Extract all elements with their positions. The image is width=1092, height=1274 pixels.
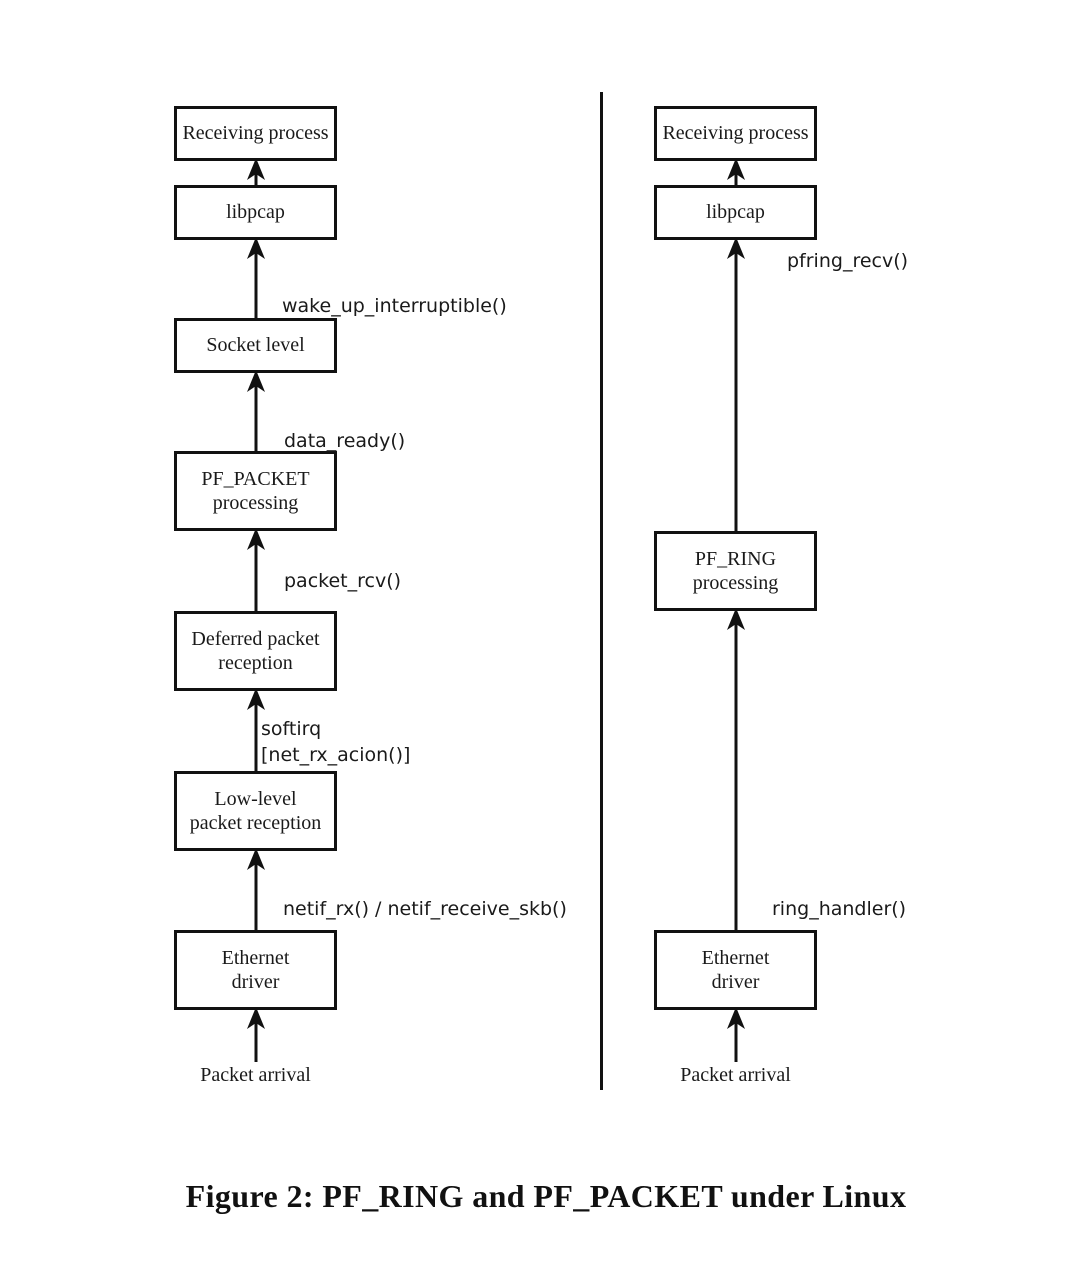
node-label: libpcap [706,201,765,224]
arrow-right-pfring-to-libpcap [723,237,749,533]
node-label-line2: processing [692,572,779,594]
node-left-pf-packet-processing: PF_PACKET processing [174,451,337,531]
node-right-libpcap: libpcap [654,185,817,240]
node-left-socket-level: Socket level [174,318,337,373]
node-left-libpcap: libpcap [174,185,337,240]
node-label: Receiving process [662,122,809,145]
node-label-line2: processing [212,492,299,514]
label-softirq-line1: softirq [261,718,322,740]
node-label: libpcap [226,201,285,224]
arrow-right-libpcap-to-receiving [723,158,749,188]
node-label-line2: driver [711,971,760,993]
label-data-ready: data_ready() [284,430,406,452]
column-divider [600,92,603,1090]
node-right-pf-ring-processing: PF_RING processing [654,531,817,611]
label-softirq-line2: [net_rx_acion()] [261,744,411,767]
figure-canvas: Receiving process libpcap wake_up_interr… [0,0,1092,1274]
node-label: Receiving process [182,122,329,145]
label-right-packet-arrival: Packet arrival [680,1064,791,1086]
node-label-line1: Ethernet [221,946,290,969]
node-label-line1: Low-level [214,787,297,810]
arrow-right-arrival-to-ethernet [723,1007,749,1062]
node-label-line2: driver [231,971,280,993]
node-label-line1: PF_PACKET [201,467,310,490]
label-packet-rcv: packet_rcv() [284,570,402,592]
node-label-line1: Deferred packet [191,627,320,650]
arrow-left-deferred-to-pfpacket [243,528,269,613]
label-softirq: softirq [net_rx_acion()] [261,716,410,768]
node-label-line2: reception [218,652,293,674]
label-left-packet-arrival: Packet arrival [200,1064,311,1086]
label-wake-up-interruptible: wake_up_interruptible() [282,295,507,317]
node-left-low-level-packet-reception: Low-level packet reception [174,771,337,851]
arrow-left-socket-to-libpcap [243,237,269,320]
node-left-ethernet-driver: Ethernet driver [174,930,337,1010]
node-left-receiving-process: Receiving process [174,106,337,161]
node-left-deferred-packet-reception: Deferred packet reception [174,611,337,691]
label-ring-handler: ring_handler() [772,898,907,920]
node-right-receiving-process: Receiving process [654,106,817,161]
arrow-left-pfpacket-to-socket [243,370,269,453]
arrow-left-arrival-to-ethernet [243,1007,269,1062]
arrow-left-ethernet-to-lowlevel [243,848,269,933]
node-label-line1: Ethernet [701,946,770,969]
arrow-left-libpcap-to-receiving [243,158,269,188]
label-netif-rx: netif_rx() / netif_receive_skb() [283,898,567,920]
arrow-right-ethernet-to-pfring [723,608,749,933]
node-label-line1: PF_RING [694,547,777,570]
node-label-line2: packet reception [189,812,322,834]
node-label: Socket level [206,334,305,357]
figure-caption: Figure 2: PF_RING and PF_PACKET under Li… [185,1178,907,1214]
label-pfring-recv: pfring_recv() [787,250,909,272]
node-right-ethernet-driver: Ethernet driver [654,930,817,1010]
